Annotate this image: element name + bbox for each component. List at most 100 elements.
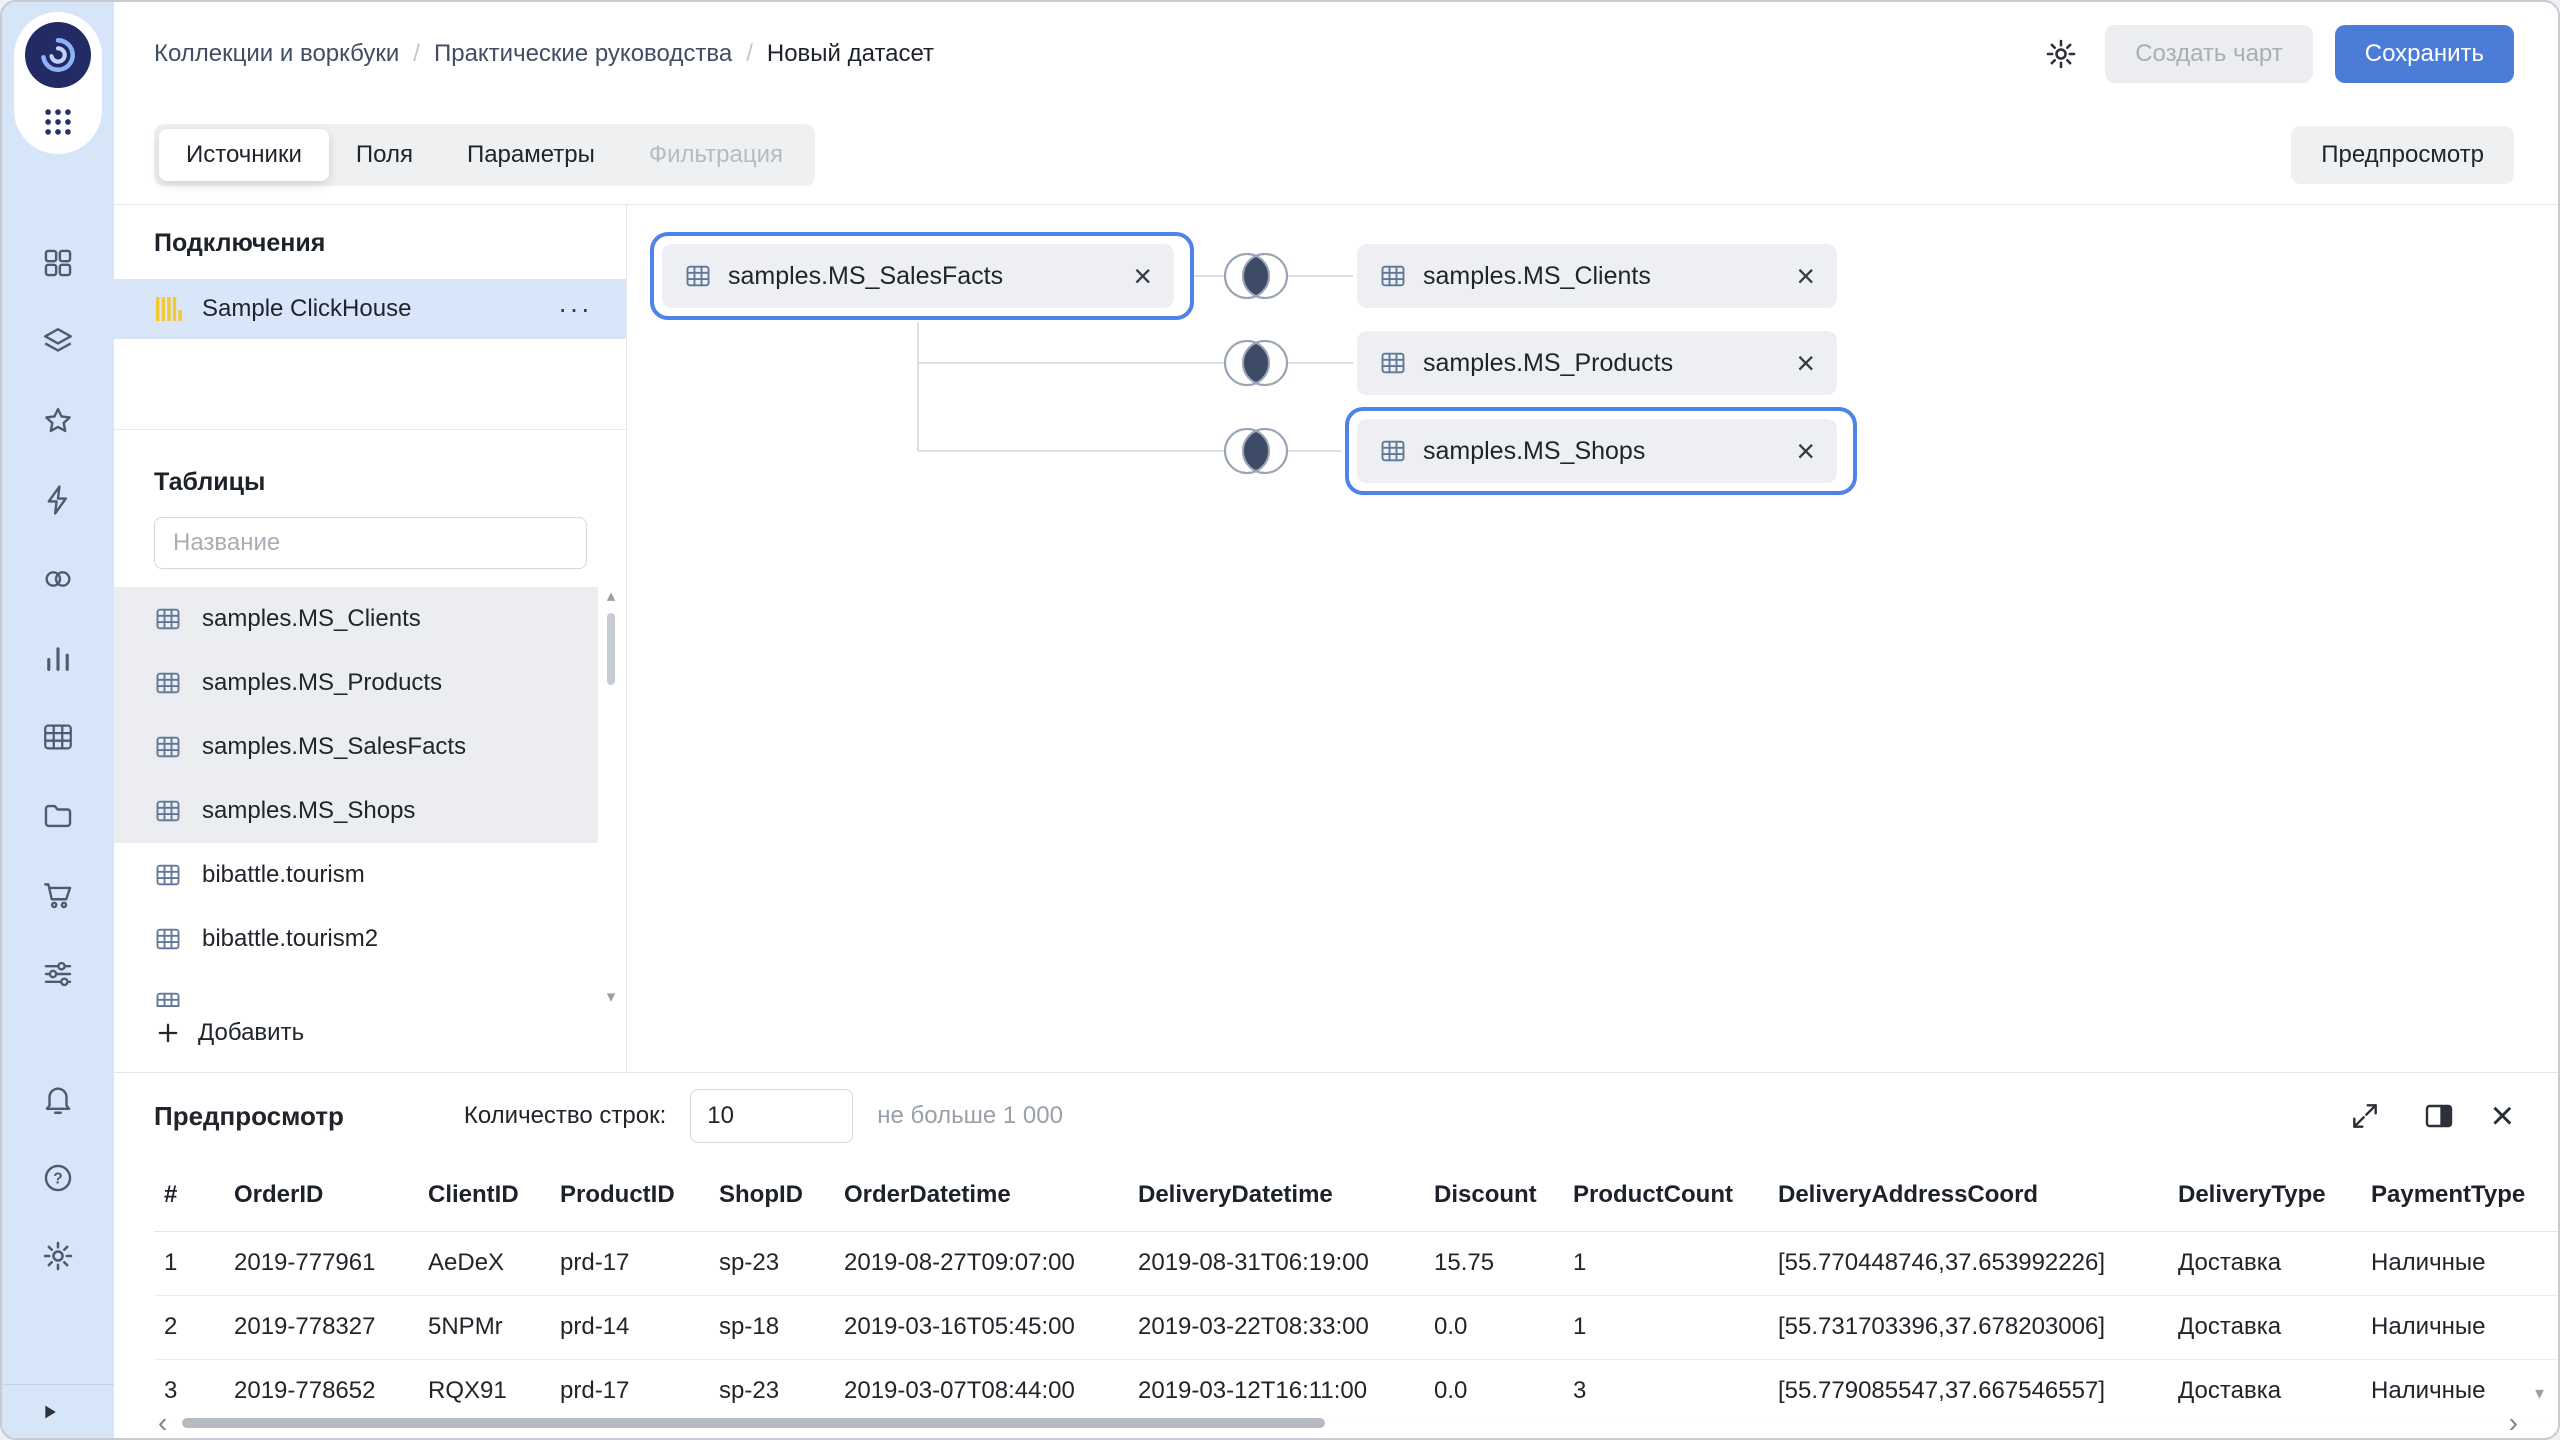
- table-search-input[interactable]: [154, 517, 587, 569]
- preview-table-cell: 2019-777961: [224, 1231, 418, 1295]
- table-list-item[interactable]: bibattle.tourism: [114, 843, 598, 907]
- canvas-node-clients[interactable]: samples.MS_Clients ×: [1357, 244, 1837, 308]
- preview-table-cell: AeDeX: [418, 1231, 550, 1295]
- table-list-item[interactable]: [114, 971, 598, 1007]
- preview-table-cell: prd-14: [550, 1295, 709, 1359]
- row-count-input[interactable]: [690, 1089, 853, 1143]
- layers-icon[interactable]: [38, 322, 78, 362]
- bell-icon[interactable]: [38, 1080, 78, 1120]
- preview-table-cell: Доставка: [2168, 1231, 2361, 1295]
- gear-icon[interactable]: [38, 1236, 78, 1276]
- preview-table-cell: 5NPMr: [418, 1295, 550, 1359]
- connection-item-sample-clickhouse[interactable]: Sample ClickHouse ···: [114, 279, 626, 339]
- preview-column-header: DeliveryType: [2168, 1159, 2361, 1231]
- datalens-dataset-editor-window: ? Коллекции и воркбуки / Практические ру…: [0, 0, 2560, 1440]
- preview-column-header: DeliveryAddressCoord: [1768, 1159, 2168, 1231]
- breadcrumb-workbook[interactable]: Практические руководства: [434, 40, 732, 68]
- table-icon: [154, 733, 182, 761]
- collections-icon[interactable]: [38, 243, 78, 283]
- star-icon[interactable]: [38, 401, 78, 441]
- preview-column-header: ClientID: [418, 1159, 550, 1231]
- tab-fields[interactable]: Поля: [329, 129, 440, 181]
- preview-table-row: 12019-777961AeDeXprd-17sp-232019-08-27T0…: [154, 1231, 2558, 1295]
- join-type-icon[interactable]: [1225, 341, 1287, 385]
- expand-sidebar-icon[interactable]: [36, 1398, 64, 1426]
- preview-table-cell: 2019-03-22T08:33:00: [1128, 1295, 1424, 1359]
- close-preview-icon[interactable]: ×: [2491, 1096, 2514, 1136]
- breadcrumb-collections[interactable]: Коллекции и воркбуки: [154, 40, 399, 68]
- join-type-icon[interactable]: [1225, 254, 1287, 298]
- table-name: samples.MS_Shops: [202, 797, 415, 825]
- scroll-right-icon[interactable]: ›: [2509, 1408, 2518, 1438]
- preview-table-cell: 2019-08-27T09:07:00: [834, 1231, 1128, 1295]
- tables-scrollbar[interactable]: ▴ ▾: [600, 587, 622, 1007]
- tabs-row: Источники Поля Параметры Фильтрация Пред…: [114, 106, 2558, 205]
- datalens-logo[interactable]: [25, 22, 91, 88]
- cart-icon[interactable]: [38, 875, 78, 915]
- remove-table-icon[interactable]: ×: [1133, 260, 1152, 292]
- preview-table-row: 22019-7783275NPMrprd-14sp-182019-03-16T0…: [154, 1295, 2558, 1359]
- lightning-icon[interactable]: [38, 480, 78, 520]
- rail-icon-stack: [38, 243, 78, 994]
- preview-toggle-button[interactable]: Предпросмотр: [2291, 126, 2514, 184]
- scrollbar-thumb[interactable]: [182, 1418, 1325, 1428]
- preview-table-cell: 2: [154, 1295, 224, 1359]
- table-list-item[interactable]: samples.MS_Shops: [114, 779, 598, 843]
- breadcrumb-separator: /: [746, 40, 753, 68]
- rail-top-pill: [14, 12, 102, 154]
- canvas-node-products[interactable]: samples.MS_Products ×: [1357, 331, 1837, 395]
- help-icon[interactable]: ?: [38, 1158, 78, 1198]
- table-icon: [154, 605, 182, 633]
- preview-column-header: ProductID: [550, 1159, 709, 1231]
- table-icon: [154, 861, 182, 889]
- tab-parameters[interactable]: Параметры: [440, 129, 622, 181]
- folder-icon[interactable]: [38, 796, 78, 836]
- preview-column-header: #: [154, 1159, 224, 1231]
- rings-icon[interactable]: [38, 559, 78, 599]
- apps-grid-icon[interactable]: [38, 102, 78, 142]
- rail-bottom-stack: ?: [38, 1080, 78, 1276]
- save-button[interactable]: Сохранить: [2335, 25, 2514, 83]
- canvas-node-shops[interactable]: samples.MS_Shops ×: [1357, 419, 1837, 483]
- scroll-left-icon[interactable]: ‹: [158, 1408, 167, 1438]
- table-list-item[interactable]: samples.MS_Clients: [114, 587, 598, 651]
- remove-table-icon[interactable]: ×: [1796, 347, 1815, 379]
- table-list-item[interactable]: samples.MS_Products: [114, 651, 598, 715]
- tab-sources[interactable]: Источники: [159, 129, 329, 181]
- preview-column-header: OrderID: [224, 1159, 418, 1231]
- row-count-label: Количество строк:: [464, 1102, 666, 1130]
- rail-footer: [2, 1384, 114, 1438]
- horizontal-scrollbar[interactable]: ‹ ›: [114, 1408, 2558, 1438]
- row-count-hint: не больше 1 000: [877, 1102, 1063, 1130]
- table-icon: [1379, 437, 1407, 465]
- breadcrumb-separator: /: [413, 40, 420, 68]
- table-list-item[interactable]: samples.MS_SalesFacts: [114, 715, 598, 779]
- preview-header: Предпросмотр Количество строк: не больше…: [114, 1073, 2558, 1159]
- scroll-up-icon[interactable]: ▴: [607, 587, 616, 604]
- scrollbar-thumb[interactable]: [607, 613, 615, 685]
- node-table-name: samples.MS_SalesFacts: [728, 262, 1003, 291]
- scroll-down-icon[interactable]: ▾: [2535, 1383, 2544, 1404]
- dataset-settings-gear-icon[interactable]: [2039, 32, 2083, 76]
- remove-table-icon[interactable]: ×: [1796, 435, 1815, 467]
- connection-more-icon[interactable]: ···: [558, 303, 592, 314]
- scroll-down-icon[interactable]: ▾: [607, 988, 616, 1005]
- preview-table-cell: 15.75: [1424, 1231, 1563, 1295]
- table-list-item[interactable]: bibattle.tourism2: [114, 907, 598, 971]
- chart-icon[interactable]: [38, 638, 78, 678]
- preview-table-cell: 2019-08-31T06:19:00: [1128, 1231, 1424, 1295]
- preview-table-cell: Наличные: [2361, 1231, 2558, 1295]
- split-view-icon[interactable]: [2417, 1094, 2461, 1138]
- add-table-button[interactable]: Добавить: [114, 1019, 626, 1047]
- join-type-icon[interactable]: [1225, 429, 1287, 473]
- expand-preview-icon[interactable]: [2343, 1094, 2387, 1138]
- sliders-icon[interactable]: [38, 954, 78, 994]
- connection-name: Sample ClickHouse: [202, 295, 411, 323]
- canvas-node-salesfacts[interactable]: samples.MS_SalesFacts ×: [662, 244, 1174, 308]
- table-grid-icon[interactable]: [38, 717, 78, 757]
- preview-title: Предпросмотр: [154, 1101, 344, 1132]
- remove-table-icon[interactable]: ×: [1796, 260, 1815, 292]
- create-chart-button[interactable]: Создать чарт: [2105, 25, 2313, 83]
- top-bar: Коллекции и воркбуки / Практические руко…: [114, 2, 2558, 106]
- table-name: samples.MS_SalesFacts: [202, 733, 466, 761]
